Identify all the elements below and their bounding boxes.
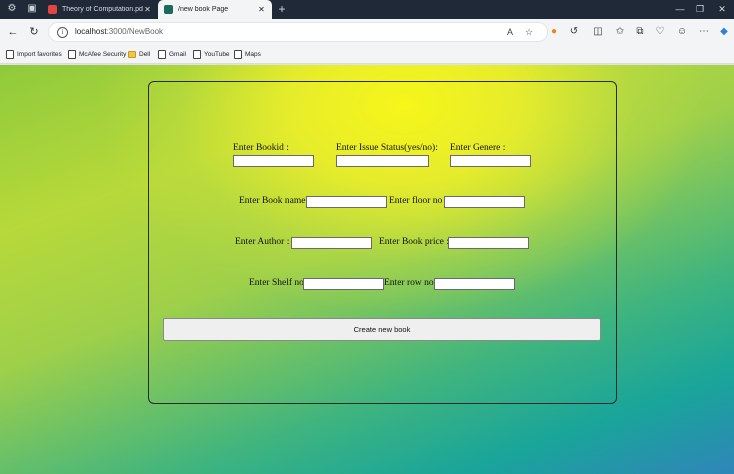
refresh-extension-icon[interactable]: ↺ xyxy=(566,24,582,40)
close-window-icon[interactable]: ✕ xyxy=(712,2,732,16)
browser-essentials-icon[interactable]: ♡ xyxy=(652,24,668,40)
site-info-icon[interactable]: i xyxy=(57,27,68,38)
page-icon xyxy=(234,50,242,59)
favorite-star-icon[interactable]: ☆ xyxy=(523,26,535,38)
bookid-input[interactable] xyxy=(233,155,314,167)
restore-icon[interactable]: ❐ xyxy=(690,2,710,16)
url-path: :3000/NewBook xyxy=(106,27,164,36)
bookmark-import-favorites[interactable]: Import favorites xyxy=(6,49,62,60)
shelf-label: Enter Shelf no : xyxy=(249,278,309,288)
collections-icon[interactable]: ⧉ xyxy=(632,24,648,40)
bookmark-label: Import favorites xyxy=(17,51,62,58)
import-icon xyxy=(6,50,14,59)
back-arrow-icon[interactable]: ← xyxy=(5,24,21,40)
tab-new-book-page[interactable]: /new book Page ✕ xyxy=(158,0,272,19)
url-host: localhost xyxy=(75,27,107,36)
book-price-label: Enter Book price : xyxy=(379,237,449,247)
page-icon xyxy=(158,50,166,59)
page-icon xyxy=(193,50,201,59)
favorites-icon[interactable]: ✩ xyxy=(612,24,628,40)
page-viewport: Enter Bookid : Enter Issue Status(yes/no… xyxy=(0,65,734,474)
floor-label: Enter floor no : xyxy=(389,196,448,206)
author-label: Enter Author : xyxy=(235,237,290,247)
profile-icon[interactable]: ☺ xyxy=(674,24,690,40)
split-screen-icon[interactable]: ◫ xyxy=(590,24,606,40)
browser-tab-strip: ⚙ ▣ Theory of Computation.pdf ✕ /new boo… xyxy=(0,0,734,19)
bookmark-label: McAfee Security xyxy=(79,51,127,58)
tab-actions-icon[interactable]: ▣ xyxy=(26,3,38,15)
refresh-icon[interactable]: ↻ xyxy=(26,24,42,40)
author-input[interactable] xyxy=(291,237,372,249)
genre-label: Enter Genere : xyxy=(450,143,506,153)
bookmarks-bar: Import favorites McAfee Security Dell Gm… xyxy=(0,45,734,64)
book-name-label: Enter Book name : xyxy=(239,196,311,206)
tab-title: Theory of Computation.pdf xyxy=(62,6,143,13)
bookid-label: Enter Bookid : xyxy=(233,143,289,153)
close-tab-icon[interactable]: ✕ xyxy=(257,5,266,14)
browser-toolbar: ← ↻ i localhost:3000/NewBook A ☆ ● ↺ ◫ ✩… xyxy=(0,19,734,45)
browser-menu-icon[interactable]: ⚙ xyxy=(6,3,18,15)
folder-icon xyxy=(128,51,136,58)
row-label: Enter row no : xyxy=(384,278,439,288)
new-tab-button[interactable]: + xyxy=(275,2,289,16)
pdf-icon xyxy=(48,5,57,14)
shelf-input[interactable] xyxy=(303,278,384,290)
extension-icon[interactable]: ● xyxy=(546,24,562,40)
bookmark-label: YouTube xyxy=(204,51,230,58)
bookmark-youtube[interactable]: YouTube xyxy=(193,49,230,60)
address-bar[interactable]: i localhost:3000/NewBook A ☆ xyxy=(48,22,548,42)
minimize-icon[interactable]: — xyxy=(670,2,690,16)
issue-status-label: Enter Issue Status(yes/no): xyxy=(336,143,438,153)
address-url: localhost:3000/NewBook xyxy=(75,27,163,36)
tab-title: /new book Page xyxy=(178,6,229,13)
read-aloud-icon[interactable]: A xyxy=(504,26,516,38)
more-options-icon[interactable]: ⋯ xyxy=(696,24,712,40)
page-favicon-icon xyxy=(164,5,173,14)
book-name-input[interactable] xyxy=(306,196,387,208)
bookmark-label: Gmail xyxy=(169,51,186,58)
create-new-book-button[interactable]: Create new book xyxy=(163,318,601,341)
issue-status-input[interactable] xyxy=(336,155,429,167)
close-tab-icon[interactable]: ✕ xyxy=(143,5,152,14)
bookmark-gmail[interactable]: Gmail xyxy=(158,49,186,60)
copilot-icon[interactable]: ◆ xyxy=(716,24,732,40)
bookmark-maps[interactable]: Maps xyxy=(234,49,261,60)
page-icon xyxy=(68,50,76,59)
tab-theory-of-computation[interactable]: Theory of Computation.pdf ✕ xyxy=(42,0,158,19)
genre-input[interactable] xyxy=(450,155,531,167)
bookmark-label: Dell xyxy=(139,51,151,58)
bookmark-label: Maps xyxy=(245,51,261,58)
bookmark-dell[interactable]: Dell xyxy=(128,49,150,60)
book-price-input[interactable] xyxy=(448,237,529,249)
floor-input[interactable] xyxy=(444,196,525,208)
bookmark-mcafee[interactable]: McAfee Security xyxy=(68,49,126,60)
row-input[interactable] xyxy=(434,278,515,290)
